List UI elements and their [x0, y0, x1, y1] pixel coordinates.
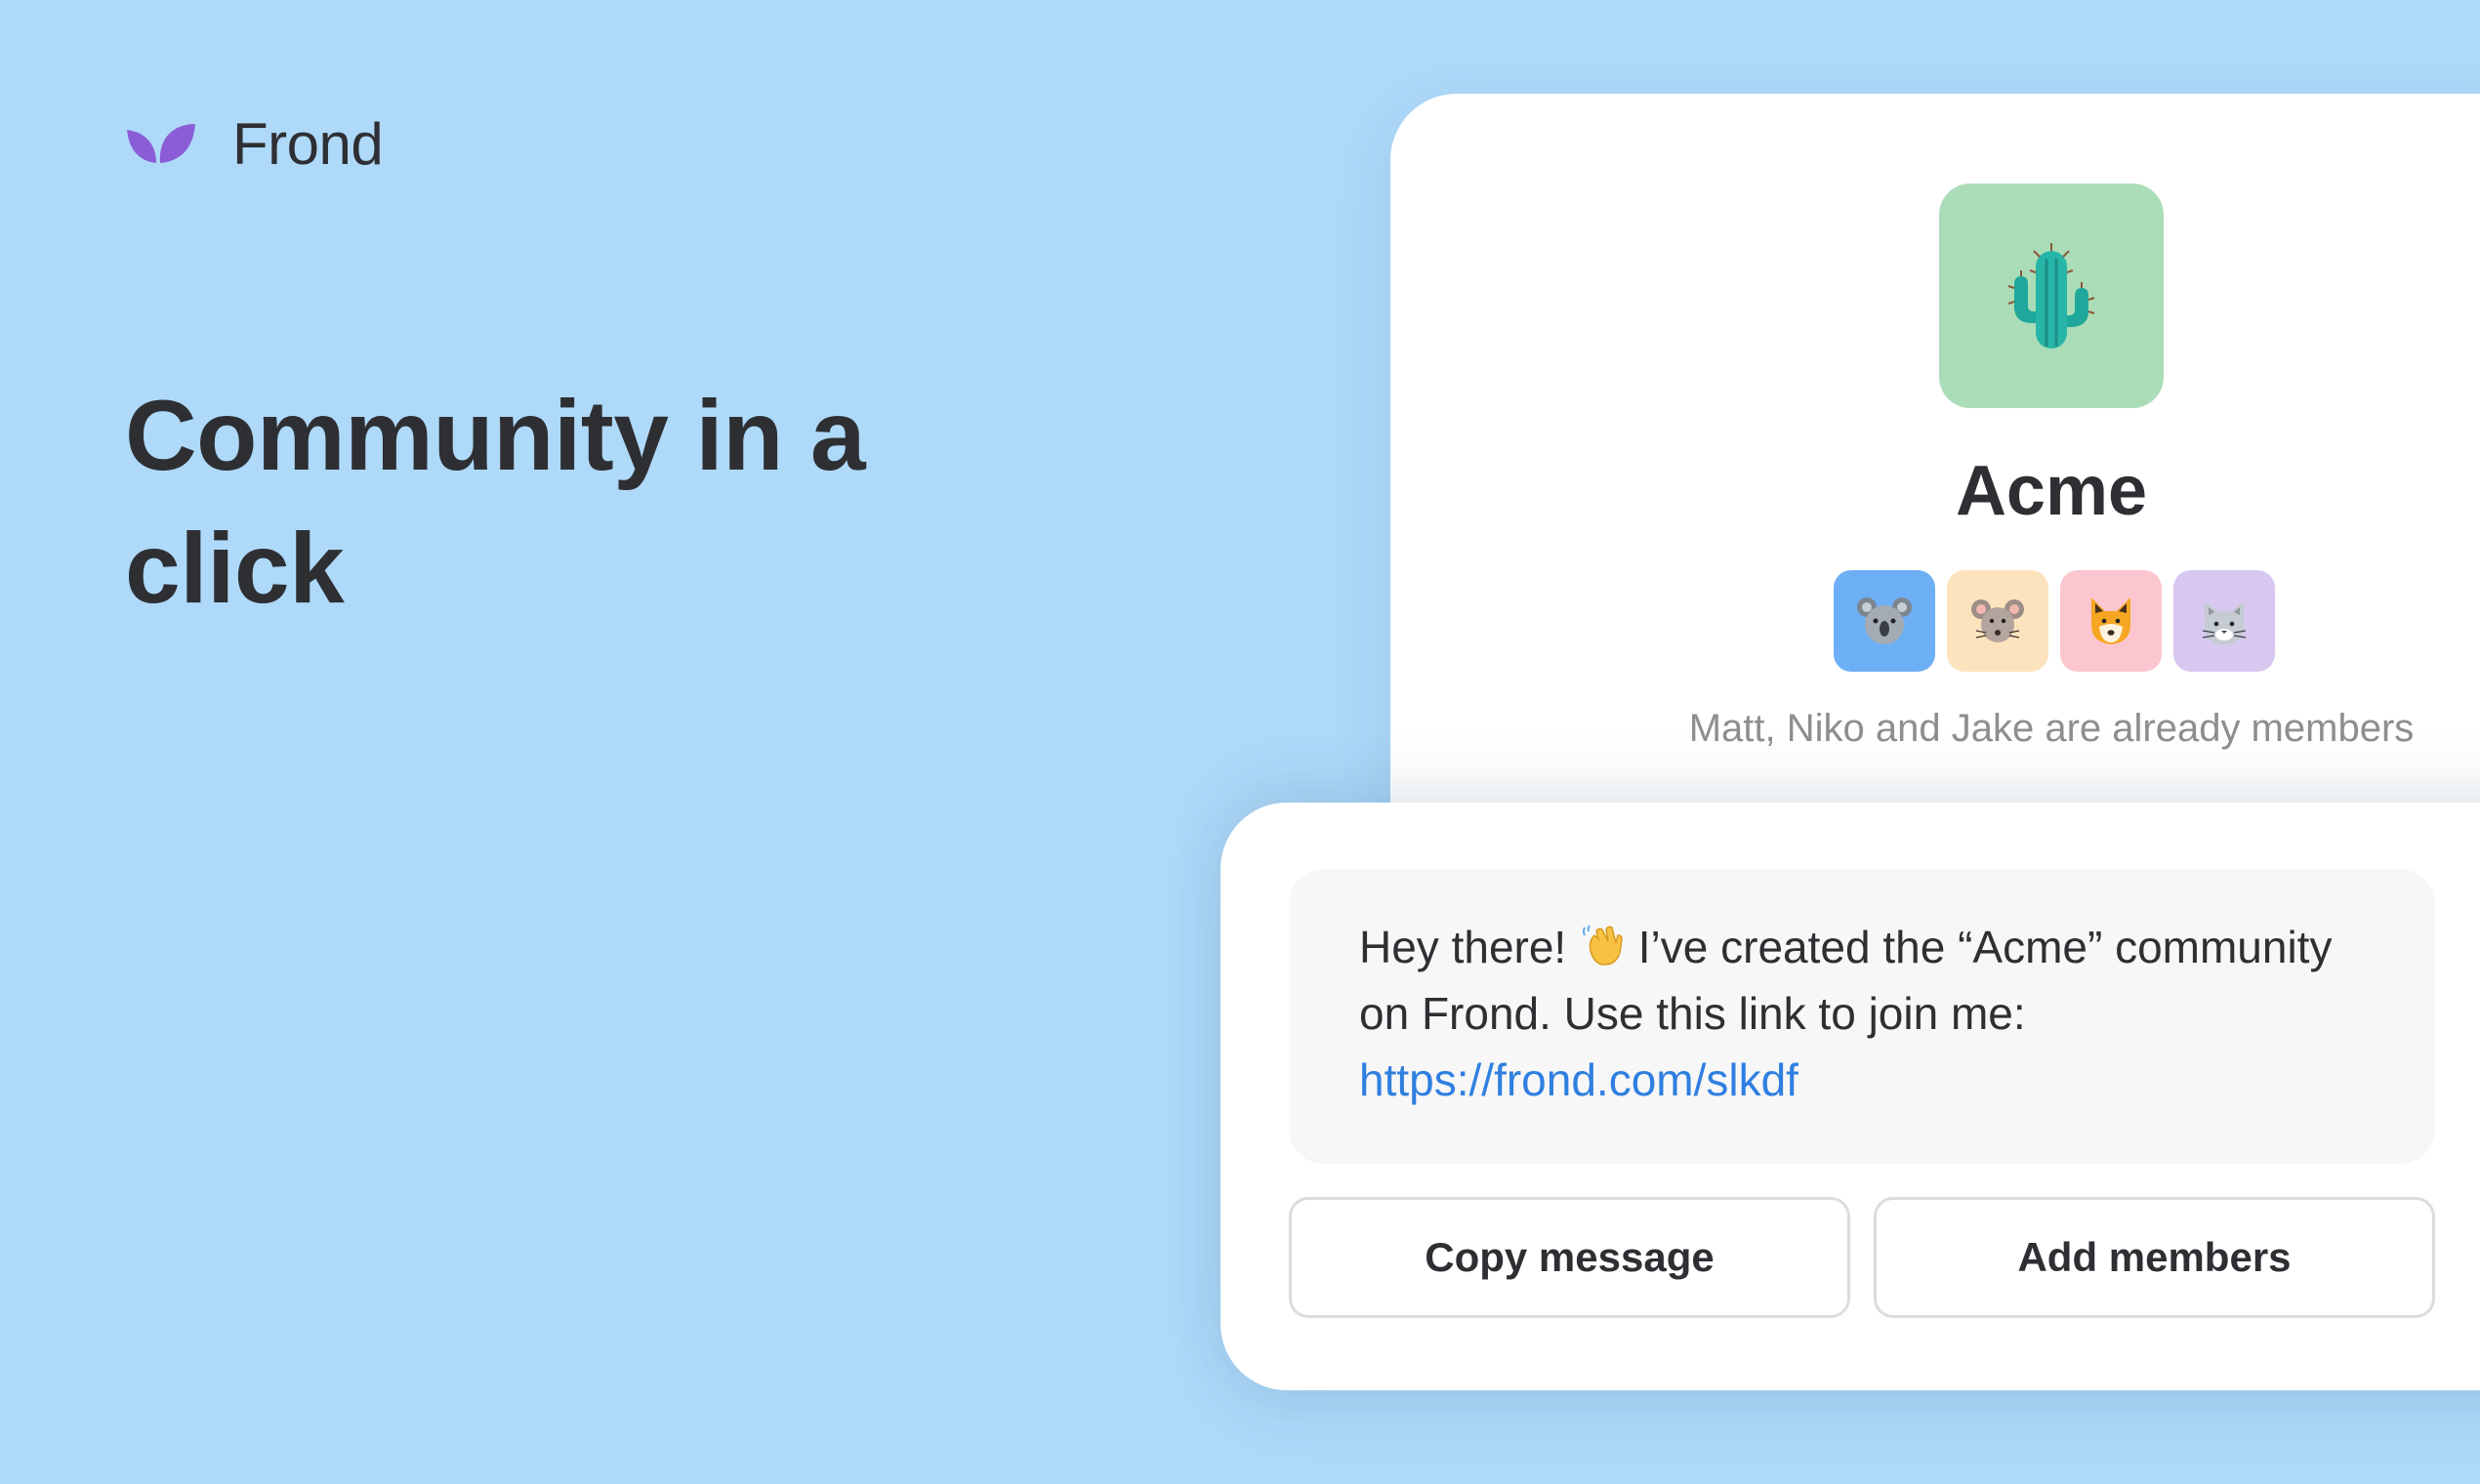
koala-icon — [1857, 598, 1912, 644]
cactus-icon — [2007, 243, 2095, 349]
waving-hand-icon — [1583, 925, 1623, 966]
page-background: Frond Community in a click Acme Matt, Ni… — [0, 0, 2480, 1484]
message-greeting: Hey there! — [1359, 922, 1579, 972]
cat-icon — [2202, 601, 2247, 644]
copy-message-button[interactable]: Copy message — [1289, 1197, 1850, 1318]
member-avatars — [1834, 570, 2275, 672]
member-avatar — [1947, 570, 2048, 672]
members-caption: Matt, Niko and Jake are already members — [1688, 707, 2415, 750]
mouse-icon — [1971, 599, 2024, 642]
invite-message-box[interactable]: Hey there! I’ve created the “Acme” commu… — [1289, 869, 2435, 1164]
invite-card: Hey there! I’ve created the “Acme” commu… — [1220, 803, 2480, 1390]
invite-message: Hey there! I’ve created the “Acme” commu… — [1359, 914, 2373, 1113]
brand-name: Frond — [232, 111, 384, 177]
invite-actions: Copy message Add members — [1289, 1197, 2435, 1318]
member-avatar — [1834, 570, 1935, 672]
add-members-button[interactable]: Add members — [1874, 1197, 2435, 1318]
community-name: Acme — [1955, 452, 2148, 530]
community-avatar — [1939, 184, 2164, 408]
fox-icon — [2091, 598, 2130, 644]
brand-logo[interactable]: Frond — [125, 111, 384, 177]
member-avatar — [2173, 570, 2275, 672]
member-avatar — [2060, 570, 2162, 672]
hero-headline: Community in a click — [125, 380, 866, 624]
invite-link[interactable]: https://frond.com/slkdf — [1359, 1054, 1798, 1105]
leaf-logo-icon — [127, 124, 195, 163]
